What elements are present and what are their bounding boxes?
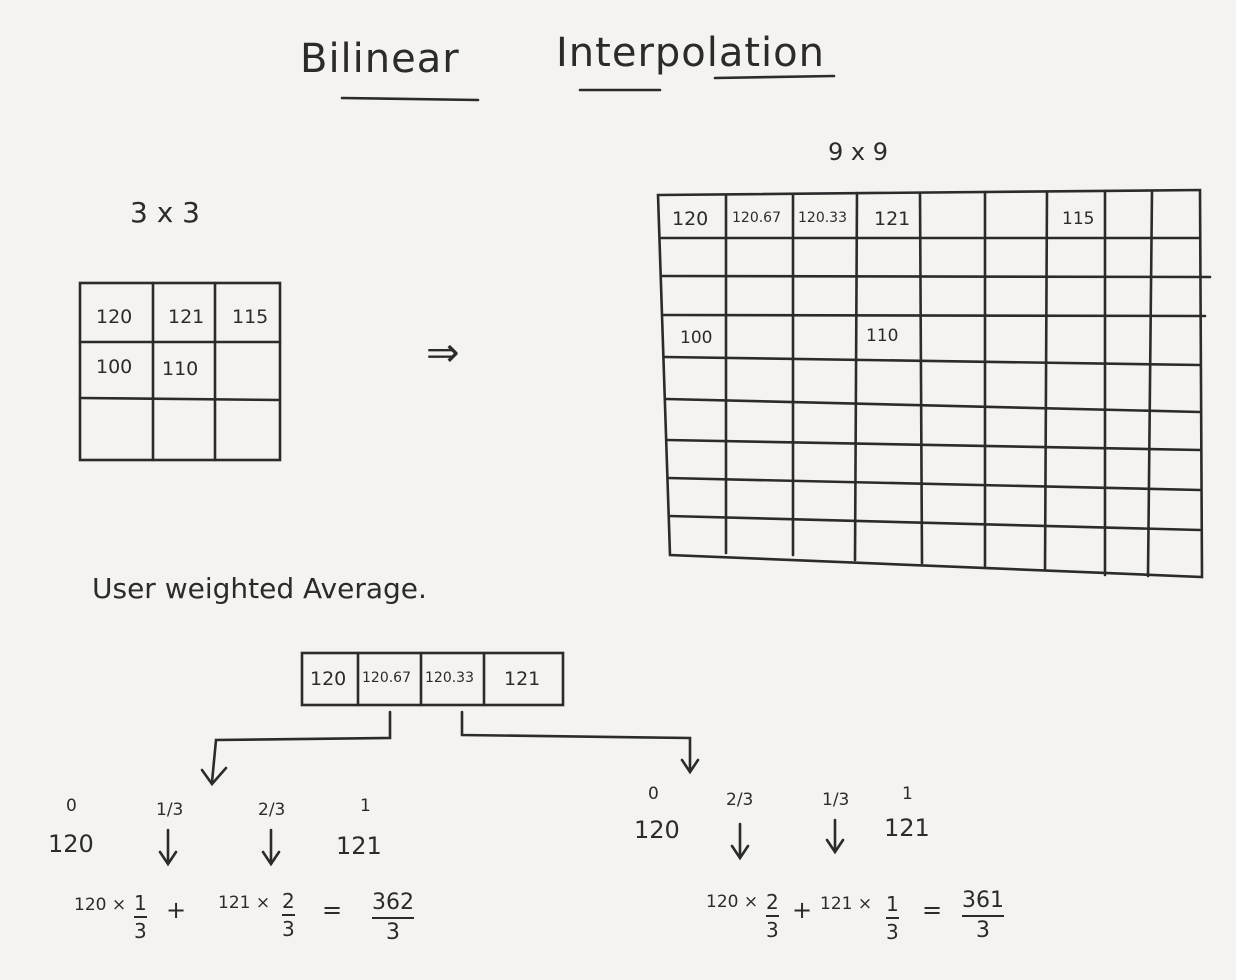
fraction: 23 bbox=[766, 890, 779, 942]
title-word-1: Bilinear bbox=[300, 36, 460, 82]
connector-arrows bbox=[200, 710, 700, 787]
weight-label: 2/3 bbox=[258, 800, 286, 820]
value-label: 120 bbox=[48, 830, 94, 858]
weight-label: 2/3 bbox=[726, 790, 754, 810]
fraction: 23 bbox=[282, 889, 295, 941]
strip-cell: 120.33 bbox=[425, 670, 474, 686]
weight-label: 1/3 bbox=[822, 790, 850, 810]
big-cell: 120 bbox=[672, 208, 709, 230]
big-grid-label: 9 x 9 bbox=[828, 138, 888, 166]
weight-label: 0 bbox=[648, 784, 659, 804]
big-cell: 121 bbox=[874, 208, 911, 230]
big-cell: 115 bbox=[1062, 209, 1095, 229]
plus-sign: + bbox=[792, 896, 813, 924]
result-fraction: 361 3 bbox=[962, 888, 1004, 943]
big-cell: 100 bbox=[680, 328, 713, 348]
weight-label: 1 bbox=[360, 796, 371, 816]
down-arrows bbox=[158, 818, 845, 867]
big-cell: 120.33 bbox=[798, 210, 847, 226]
value-label: 121 bbox=[336, 832, 382, 860]
big-grid-lines bbox=[656, 188, 1212, 579]
weight-label: 1 bbox=[902, 784, 913, 804]
small-grid-label: 3 x 3 bbox=[130, 196, 200, 229]
title-word-2: Interpolation bbox=[556, 30, 825, 76]
title-underline-3 bbox=[713, 74, 836, 80]
diagram-lines bbox=[78, 74, 1212, 867]
big-cell: 120.67 bbox=[732, 210, 781, 226]
strip-cell: 120 bbox=[310, 668, 347, 690]
small-cell: 121 bbox=[168, 306, 205, 328]
expr-term: 120 × bbox=[74, 895, 127, 915]
expr-term: 121 × bbox=[218, 893, 271, 913]
equals-sign: = bbox=[322, 896, 343, 924]
small-cell: 110 bbox=[162, 358, 199, 380]
strip-cell: 121 bbox=[504, 668, 541, 690]
small-cell: 115 bbox=[232, 306, 269, 328]
note-text: User weighted Average. bbox=[92, 572, 427, 605]
expr-term: 121 × bbox=[820, 894, 873, 914]
fraction: 13 bbox=[134, 891, 147, 943]
transform-arrow: ⇒ bbox=[426, 330, 460, 376]
title-underline-1 bbox=[340, 96, 480, 102]
weight-label: 1/3 bbox=[156, 800, 184, 820]
small-cell: 120 bbox=[96, 306, 133, 328]
equals-sign: = bbox=[922, 896, 943, 924]
strip-cell: 120.67 bbox=[362, 670, 411, 686]
fraction: 13 bbox=[886, 892, 899, 944]
small-cell: 100 bbox=[96, 356, 133, 378]
expr-term: 120 × bbox=[706, 892, 759, 912]
big-cell: 110 bbox=[866, 326, 899, 346]
plus-sign: + bbox=[166, 896, 187, 924]
value-label: 120 bbox=[634, 816, 680, 844]
result-fraction: 362 3 bbox=[372, 890, 414, 945]
value-label: 121 bbox=[884, 814, 930, 842]
weight-label: 0 bbox=[66, 796, 77, 816]
